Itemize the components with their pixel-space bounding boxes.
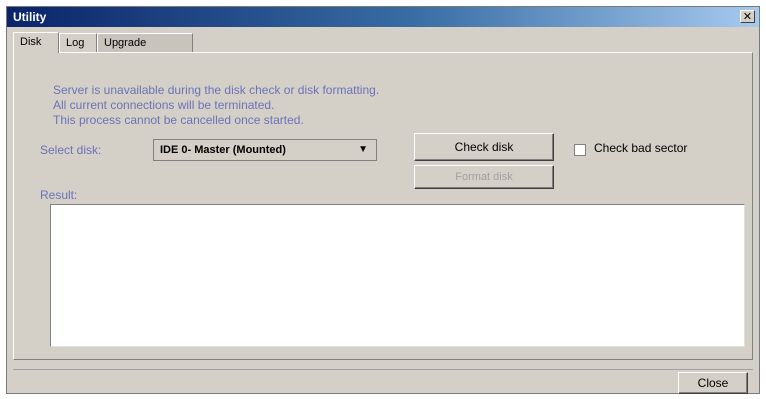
window-title: Utility (13, 10, 47, 24)
result-textarea[interactable] (50, 204, 745, 347)
notice-line-3: This process cannot be cancelled once st… (53, 113, 304, 127)
notice-line-1: Server is unavailable during the disk ch… (53, 83, 380, 97)
select-disk-label: Select disk: (40, 143, 102, 157)
check-disk-button[interactable]: Check disk (414, 133, 554, 161)
bad-sector-label: Check bad sector (594, 141, 688, 155)
disk-select[interactable]: IDE 0- Master (Mounted) ▼ (153, 139, 377, 161)
title-bar[interactable]: Utility ✕ (7, 7, 759, 27)
close-button[interactable]: Close (678, 372, 748, 394)
disk-select-value: IDE 0- Master (Mounted) (160, 144, 286, 156)
bad-sector-checkbox[interactable] (574, 144, 586, 156)
tab-disk[interactable]: Disk (13, 32, 59, 53)
chevron-down-icon: ▼ (358, 144, 368, 155)
utility-window: Utility ✕ Disk Log Upgrade Server is una… (6, 6, 760, 394)
notice-line-2: All current connections will be terminat… (53, 98, 275, 112)
close-icon[interactable]: ✕ (740, 10, 755, 23)
tab-log[interactable]: Log (59, 33, 97, 52)
tab-upgrade[interactable]: Upgrade (97, 33, 193, 52)
result-label: Result: (40, 188, 78, 202)
format-disk-button[interactable]: Format disk (414, 165, 554, 189)
footer-divider (13, 369, 753, 370)
